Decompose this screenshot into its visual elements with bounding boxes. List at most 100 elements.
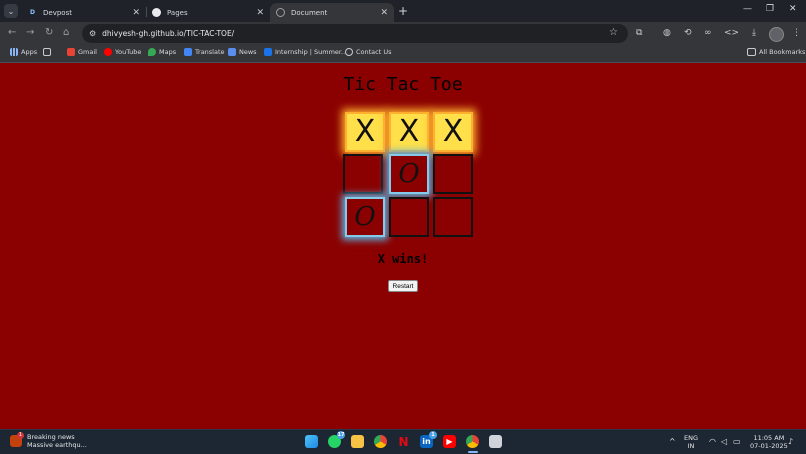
grid-icon <box>43 48 51 56</box>
whatsapp-badge: 17 <box>337 431 345 439</box>
close-icon[interactable]: ✕ <box>256 8 264 18</box>
board-cell[interactable]: X <box>389 112 429 152</box>
lang-primary: ENG <box>684 434 699 442</box>
windows-start-icon[interactable] <box>305 435 318 448</box>
board-cell[interactable]: X <box>433 112 473 152</box>
tab-devpost[interactable]: D Devpost ✕ <box>22 3 146 22</box>
bookmarks-bar: Apps Gmail YouTube Maps Translate News I… <box>0 45 806 63</box>
tab-search-button[interactable]: ⌄ <box>4 4 18 18</box>
forward-icon[interactable]: → <box>26 27 34 39</box>
bookmark-internship[interactable]: Internship | Summer... <box>264 48 347 56</box>
windows-taskbar: 1 Breaking news Massive earthqu... 17 N … <box>0 429 806 454</box>
devtools-icon[interactable]: <> <box>724 28 739 39</box>
bookmark-translate[interactable]: Translate <box>184 48 225 56</box>
close-icon[interactable]: ✕ <box>132 8 140 18</box>
link-icon[interactable]: ∞ <box>704 28 712 39</box>
restore-icon[interactable]: ❐ <box>766 4 774 14</box>
board-cell[interactable]: O <box>345 197 385 237</box>
extensions-icon[interactable]: ⧉ <box>636 28 642 39</box>
bookmark-youtube[interactable]: YouTube <box>104 48 141 56</box>
devpost-icon: D <box>28 8 37 17</box>
download-icon[interactable]: ⤓ <box>752 28 756 39</box>
bookmark-apps[interactable]: Apps <box>10 48 37 56</box>
apps-grid-icon <box>10 48 18 56</box>
news-widget[interactable]: 1 Breaking news Massive earthqu... <box>10 432 87 449</box>
bookmark-grid[interactable] <box>43 48 54 56</box>
board-cell[interactable] <box>343 154 383 194</box>
linkedin-badge: 1 <box>429 431 437 439</box>
news-badge: 1 <box>17 432 24 439</box>
maps-icon <box>148 48 156 56</box>
netflix-icon[interactable]: N <box>397 435 410 449</box>
home-icon[interactable]: ⌂ <box>63 27 69 39</box>
profile-avatar[interactable] <box>769 27 784 42</box>
bookmark-label: YouTube <box>115 48 142 56</box>
news-icon <box>228 48 236 56</box>
globe-icon <box>276 8 285 17</box>
clock[interactable]: 11:05 AM 07-01-2025 <box>750 434 788 450</box>
youtube-icon <box>104 48 112 56</box>
volume-icon[interactable]: ◁ <box>721 437 727 447</box>
bookmark-maps[interactable]: Maps <box>148 48 176 56</box>
chevron-up-icon[interactable]: ^ <box>669 437 676 447</box>
menu-icon[interactable]: ⋮ <box>792 28 801 39</box>
news-title: Breaking news <box>27 433 75 441</box>
tab-label: Document <box>291 8 328 17</box>
site-settings-icon[interactable]: ⚙ <box>89 29 96 38</box>
folder-icon <box>747 48 756 56</box>
bookmark-gmail[interactable]: Gmail <box>67 48 97 56</box>
language-indicator[interactable]: ENG IN <box>684 434 698 450</box>
news-icon: 1 <box>10 432 24 447</box>
tab-document[interactable]: Document ✕ <box>270 3 394 22</box>
tab-label: Devpost <box>43 8 72 17</box>
chrome-active-icon[interactable] <box>466 435 479 448</box>
bookmark-label: Apps <box>21 48 38 56</box>
url-text[interactable]: dhivyesh-gh.github.io/TIC-TAC-TOE/ <box>102 29 234 38</box>
chrome-icon[interactable] <box>374 435 387 448</box>
close-window-icon[interactable]: ✕ <box>789 4 797 14</box>
whatsapp-icon[interactable]: 17 <box>328 431 345 448</box>
github-icon <box>152 8 161 17</box>
bookmark-label: Internship | Summer... <box>275 48 348 56</box>
new-tab-button[interactable]: + <box>398 4 408 18</box>
reload-icon[interactable]: ↻ <box>45 27 53 39</box>
battery-icon[interactable]: ▭ <box>733 437 741 447</box>
incognito-icon[interactable]: ◍ <box>663 28 671 39</box>
bookmark-label: Contact Us <box>356 48 392 56</box>
bookmark-news[interactable]: News <box>228 48 257 56</box>
back-icon[interactable]: ← <box>8 27 16 39</box>
bookmark-label: Gmail <box>78 48 97 56</box>
notification-bell-icon[interactable]: ♪ <box>788 437 793 447</box>
game-status: X wins! <box>377 252 429 266</box>
page-content: Tic Tac Toe X X X O O X wins! Restart <box>0 63 806 429</box>
bookmark-label: All Bookmarks <box>759 48 806 56</box>
bookmark-label: News <box>239 48 257 56</box>
file-explorer-icon[interactable] <box>351 435 364 448</box>
page-title: Tic Tac Toe <box>343 74 463 95</box>
all-bookmarks[interactable]: All Bookmarks <box>747 48 805 56</box>
translate-icon <box>184 48 192 56</box>
globe-icon <box>345 48 353 56</box>
board-cell[interactable] <box>433 197 473 237</box>
address-bar[interactable]: ⚙ dhivyesh-gh.github.io/TIC-TAC-TOE/ ☆ <box>82 24 628 43</box>
bookmark-star-icon[interactable]: ☆ <box>609 27 618 38</box>
game-board: X X X O O <box>343 110 475 240</box>
board-cell[interactable]: X <box>345 112 385 152</box>
wifi-icon[interactable]: ◠ <box>709 437 716 447</box>
app-window-icon[interactable] <box>489 435 502 448</box>
bookmark-label: Translate <box>195 48 225 56</box>
history-icon[interactable]: ⟲ <box>684 28 692 39</box>
board-cell[interactable] <box>433 154 473 194</box>
bookmark-contact[interactable]: Contact Us <box>345 48 392 56</box>
minimize-icon[interactable]: — <box>743 4 752 14</box>
board-cell[interactable]: O <box>389 154 429 194</box>
bookmark-label: Maps <box>159 48 177 56</box>
linkedin-icon[interactable]: in 1 <box>420 431 437 448</box>
restart-button[interactable]: Restart <box>388 280 418 292</box>
tab-pages[interactable]: Pages ✕ <box>146 3 270 22</box>
youtube-app-icon[interactable]: ▶ <box>443 435 456 448</box>
tab-strip: ⌄ D Devpost ✕ Pages ✕ Document ✕ + — ❐ ✕ <box>0 0 806 22</box>
close-icon[interactable]: ✕ <box>380 8 388 18</box>
gmail-icon <box>67 48 75 56</box>
board-cell[interactable] <box>389 197 429 237</box>
